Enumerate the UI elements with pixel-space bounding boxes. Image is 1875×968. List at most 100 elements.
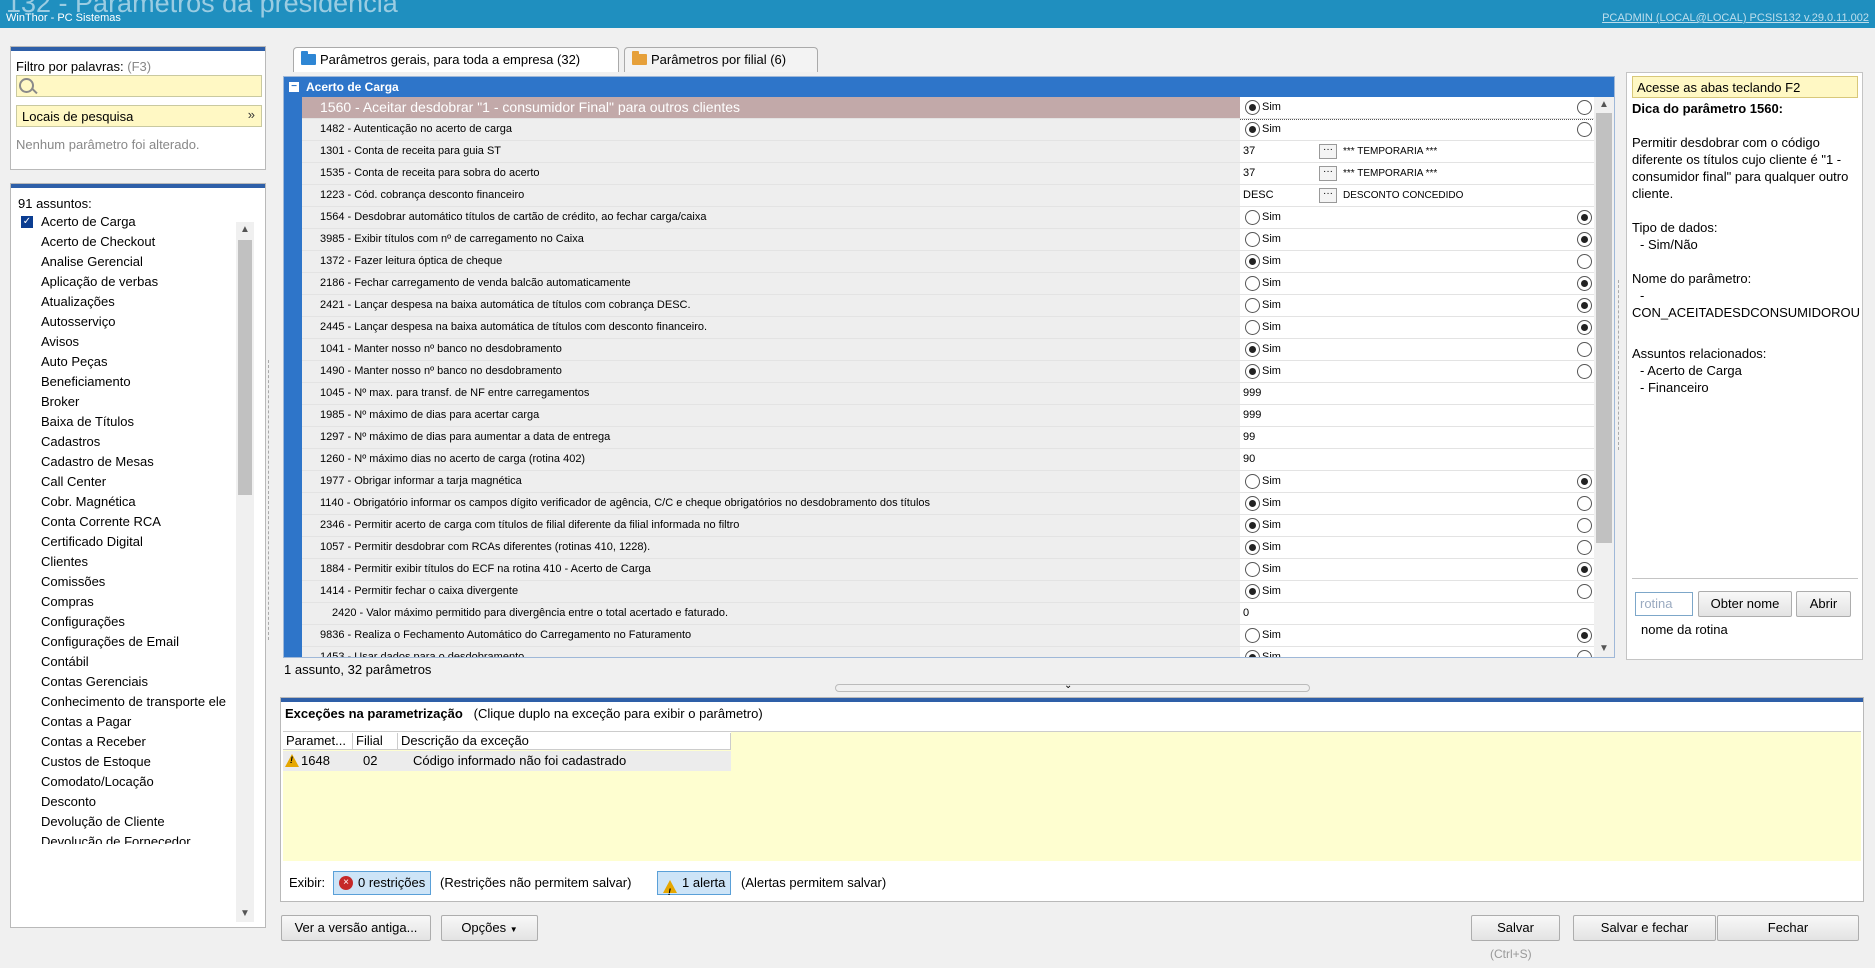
param-value[interactable]: Sim Não	[1241, 559, 1594, 580]
param-code[interactable]: DESC	[1241, 185, 1274, 206]
table-row[interactable]: 2421 - Lançar despesa na baixa automátic…	[302, 295, 1594, 317]
param-value[interactable]: Sim Não	[1241, 229, 1594, 250]
radio-option[interactable]: Sim	[1245, 561, 1281, 578]
col-filial[interactable]: Filial	[353, 733, 398, 750]
param-value[interactable]: Sim Não	[1241, 515, 1594, 536]
session-info[interactable]: PCADMIN (LOCAL@LOCAL) PCSIS132 v.29.0.11…	[1602, 12, 1869, 24]
exception-row[interactable]: 1648 02 Código informado não foi cadastr…	[283, 751, 731, 771]
table-row[interactable]: 1301 - Conta de receita para guia ST 37 ··…	[302, 141, 1594, 163]
radio-selected[interactable]: Não	[1577, 231, 1594, 248]
table-row[interactable]: 9836 - Realiza o Fechamento Automático d…	[302, 625, 1594, 647]
radio-selected[interactable]: Sim	[1245, 649, 1281, 657]
abrir-button[interactable]: Abrir	[1796, 591, 1851, 617]
radio-selected[interactable]: Sim	[1245, 583, 1281, 600]
ellipsis-button[interactable]: ···	[1319, 166, 1337, 181]
table-row[interactable]: 3985 - Exibir títulos com nº de carregam…	[302, 229, 1594, 251]
radio-selected[interactable]: Sim	[1245, 341, 1281, 358]
ellipsis-button[interactable]: ···	[1319, 144, 1337, 159]
table-row[interactable]: 1057 - Permitir desdobrar com RCAs difer…	[302, 537, 1594, 559]
radio-option[interactable]: Não	[1577, 539, 1594, 556]
param-code[interactable]: 37	[1241, 141, 1255, 162]
param-value[interactable]: Sim Não	[1241, 581, 1594, 602]
scroll-thumb[interactable]	[1596, 113, 1612, 543]
scroll-down-icon[interactable]: ▼	[1594, 641, 1614, 657]
old-version-button[interactable]: Ver a versão antiga...	[281, 915, 431, 941]
radio-option[interactable]: Não	[1577, 121, 1594, 138]
rotina-input[interactable]: rotina	[1635, 592, 1693, 616]
list-item[interactable]: Configurações	[17, 612, 252, 632]
radio-option[interactable]: Sim	[1245, 473, 1281, 490]
list-item[interactable]: Certificado Digital	[17, 532, 252, 552]
list-item[interactable]: Cadastros	[17, 432, 252, 452]
locais-dropdown[interactable]: Locais de pesquisa »	[16, 105, 262, 127]
checkbox-icon[interactable]: ✓	[21, 216, 33, 228]
list-item[interactable]: Conhecimento de transporte ele	[17, 692, 252, 712]
radio-selected[interactable]: Sim	[1245, 363, 1281, 380]
tab-parametros-gerais[interactable]: Parâmetros gerais, para toda a empresa (…	[293, 47, 619, 72]
param-value[interactable]: Sim Não	[1241, 97, 1594, 118]
table-row[interactable]: 1297 - Nº máximo de dias para aumentar a…	[302, 427, 1594, 449]
radio-selected[interactable]: Sim	[1245, 121, 1281, 138]
table-row[interactable]: 1453 - Usar dados para o desdobramento Si…	[302, 647, 1594, 657]
radio-option[interactable]: Sim	[1245, 275, 1281, 292]
param-number[interactable]: 999	[1241, 405, 1261, 426]
list-item[interactable]: Desconto	[17, 792, 252, 812]
list-item[interactable]: Comodato/Locação	[17, 772, 252, 792]
radio-option[interactable]: Não	[1577, 649, 1594, 657]
param-value[interactable]: Sim Não	[1241, 207, 1594, 228]
table-row[interactable]: 1560 - Aceitar desdobrar "1 - consumidor…	[302, 97, 1594, 120]
collapse-icon[interactable]: −	[289, 82, 299, 92]
list-item[interactable]: ✓ Acerto de Carga	[17, 212, 252, 232]
param-value[interactable]: 0	[1241, 603, 1594, 624]
list-item[interactable]: Cobr. Magnética	[17, 492, 252, 512]
assunto-scrollbar[interactable]: ▲ ▼	[236, 222, 254, 922]
table-row[interactable]: 1045 - Nº max. para transf. de NF entre …	[302, 383, 1594, 405]
table-row[interactable]: 1260 - Nº máximo dias no acerto de carga…	[302, 449, 1594, 471]
list-item[interactable]: Contábil	[17, 652, 252, 672]
table-row[interactable]: 1564 - Desdobrar automático títulos de c…	[302, 207, 1594, 229]
table-row[interactable]: 1041 - Manter nosso nº banco no desdobra…	[302, 339, 1594, 361]
parametros-grid[interactable]: − Acerto de Carga 1560 - Aceitar desdobr…	[283, 76, 1615, 658]
ellipsis-button[interactable]: ···	[1319, 188, 1337, 203]
param-value[interactable]: Sim Não	[1241, 317, 1594, 338]
table-row[interactable]: 1223 - Cód. cobrança desconto financeiro…	[302, 185, 1594, 207]
table-row[interactable]: 1977 - Obrigar informar a tarja magnétic…	[302, 471, 1594, 493]
param-value[interactable]: 90	[1241, 449, 1594, 470]
close-button[interactable]: Fechar	[1717, 915, 1859, 941]
list-item[interactable]: Acerto de Checkout	[17, 232, 252, 252]
obter-nome-button[interactable]: Obter nome	[1698, 591, 1792, 617]
param-number[interactable]: 999	[1241, 383, 1261, 404]
param-value[interactable]: Sim Não	[1241, 273, 1594, 294]
radio-option[interactable]: Sim	[1245, 297, 1281, 314]
list-item[interactable]: Aplicação de verbas	[17, 272, 252, 292]
param-number[interactable]: 90	[1241, 449, 1255, 470]
radio-option[interactable]: Sim	[1245, 627, 1281, 644]
list-item[interactable]: Devolução de Cliente	[17, 812, 252, 832]
alertas-toggle[interactable]: 1 alerta	[657, 871, 732, 903]
radio-selected[interactable]: Sim	[1245, 253, 1281, 270]
exceptions-table[interactable]: Paramet... Filial Descrição da exceção 1…	[283, 731, 1861, 861]
param-number[interactable]: 0	[1241, 603, 1249, 624]
restricoes-toggle[interactable]: × 0 restrições	[333, 871, 432, 895]
param-value[interactable]: Sim Não	[1241, 493, 1594, 514]
radio-option[interactable]: Não	[1577, 363, 1594, 380]
param-value[interactable]: 37 ··· *** TEMPORARIA ***	[1241, 163, 1594, 184]
param-value[interactable]: 99	[1241, 427, 1594, 448]
radio-selected[interactable]: Não	[1577, 561, 1594, 578]
table-row[interactable]: 1482 - Autenticação no acerto de carga Si…	[302, 119, 1594, 141]
radio-selected[interactable]: Não	[1577, 297, 1594, 314]
list-item[interactable]: Devolução de Fornecedor	[17, 832, 252, 844]
radio-selected[interactable]: Não	[1577, 209, 1594, 226]
list-item[interactable]: Broker	[17, 392, 252, 412]
list-item[interactable]: Avisos	[17, 332, 252, 352]
col-descricao[interactable]: Descrição da exceção	[398, 733, 731, 750]
param-value[interactable]: Sim Não	[1241, 537, 1594, 558]
radio-selected[interactable]: Não	[1577, 627, 1594, 644]
table-row[interactable]: 1140 - Obrigatório informar os campos dí…	[302, 493, 1594, 515]
save-button[interactable]: Salvar	[1471, 915, 1560, 941]
radio-option[interactable]: Não	[1577, 583, 1594, 600]
list-item[interactable]: Call Center	[17, 472, 252, 492]
param-value[interactable]: Sim Não	[1241, 647, 1594, 657]
group-header[interactable]: − Acerto de Carga	[284, 77, 1614, 97]
scroll-thumb[interactable]	[238, 240, 252, 495]
